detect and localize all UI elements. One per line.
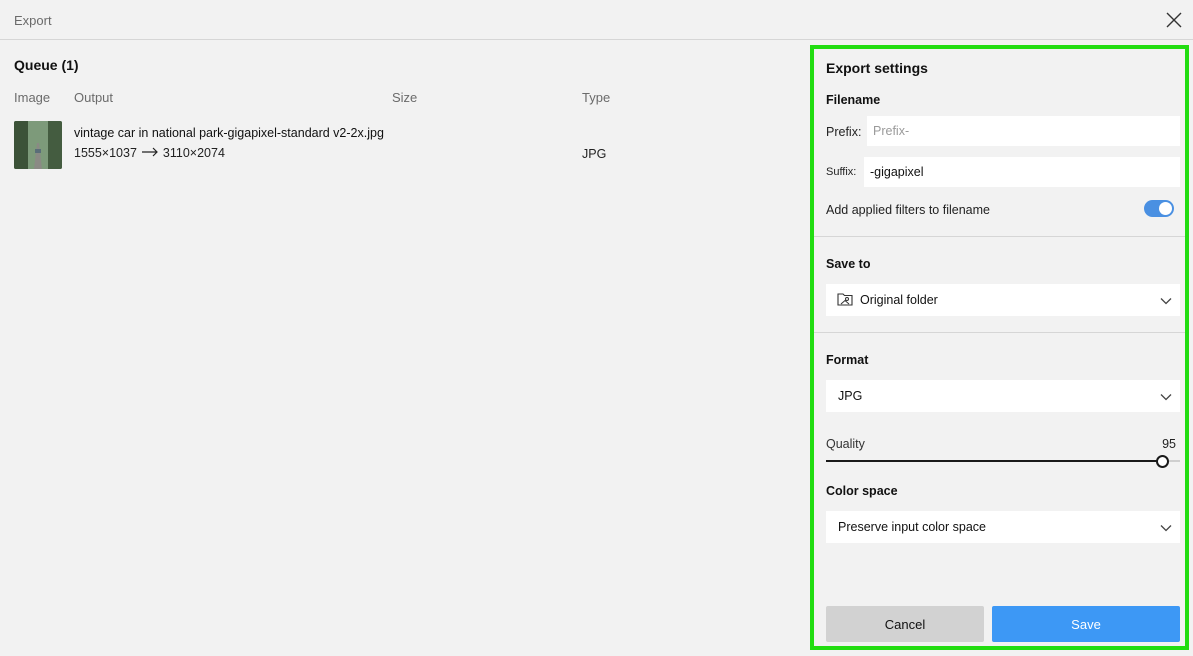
- output-type: JPG: [582, 147, 607, 161]
- output-filename: vintage car in national park-gigapixel-s…: [74, 126, 384, 140]
- folder-image-icon: [837, 292, 853, 309]
- divider: [814, 332, 1185, 333]
- chevron-down-icon: [1160, 390, 1172, 404]
- export-settings-panel: Export settings Filename Prefix: Suffix:…: [810, 45, 1189, 650]
- suffix-input[interactable]: [864, 157, 1180, 187]
- upscaled-dimensions: 3110×2074: [162, 146, 225, 160]
- queue-row[interactable]: vintage car in national park-gigapixel-s…: [14, 120, 794, 172]
- window-title: Export: [14, 13, 52, 28]
- format-value: JPG: [838, 389, 863, 403]
- chevron-down-icon: [1160, 521, 1172, 535]
- save-button[interactable]: Save: [992, 606, 1180, 642]
- column-header-output: Output: [74, 90, 114, 105]
- output-dimensions: 1555×1037 3110×2074: [74, 146, 225, 160]
- filename-label: Filename: [826, 93, 881, 107]
- quality-slider[interactable]: [826, 455, 1180, 468]
- quality-slider-thumb[interactable]: [1156, 455, 1170, 468]
- image-thumbnail: [14, 121, 62, 169]
- column-header-image: Image: [14, 90, 51, 105]
- quality-slider-fill: [826, 460, 1163, 462]
- queue-title: Queue (1): [14, 57, 79, 73]
- export-settings-heading: Export settings: [826, 60, 928, 76]
- add-filters-label: Add applied filters to filename: [826, 203, 990, 217]
- save-to-value: Original folder: [860, 293, 938, 307]
- suffix-label: Suffix:: [826, 166, 857, 178]
- save-to-dropdown[interactable]: Original folder: [826, 284, 1180, 316]
- close-icon[interactable]: [1163, 9, 1185, 31]
- cancel-button[interactable]: Cancel: [826, 606, 984, 642]
- arrow-right-icon: [141, 146, 159, 160]
- color-space-value: Preserve input color space: [838, 520, 986, 534]
- quality-value: 95: [1162, 437, 1176, 451]
- quality-label: Quality: [826, 437, 865, 451]
- add-filters-toggle[interactable]: [1144, 200, 1174, 217]
- prefix-input[interactable]: [867, 116, 1180, 146]
- chevron-down-icon: [1160, 294, 1172, 308]
- color-space-label: Color space: [826, 484, 898, 498]
- format-dropdown[interactable]: JPG: [826, 380, 1180, 412]
- divider: [814, 236, 1185, 237]
- toggle-knob: [1159, 202, 1172, 215]
- color-space-dropdown[interactable]: Preserve input color space: [826, 511, 1180, 543]
- save-to-label: Save to: [826, 257, 871, 271]
- title-bar: Export: [0, 0, 1193, 40]
- column-header-type: Type: [582, 90, 611, 105]
- column-header-size: Size: [392, 90, 418, 105]
- input-dimensions: 1555×1037: [74, 146, 137, 160]
- prefix-label: Prefix:: [826, 125, 862, 139]
- format-label: Format: [826, 353, 869, 367]
